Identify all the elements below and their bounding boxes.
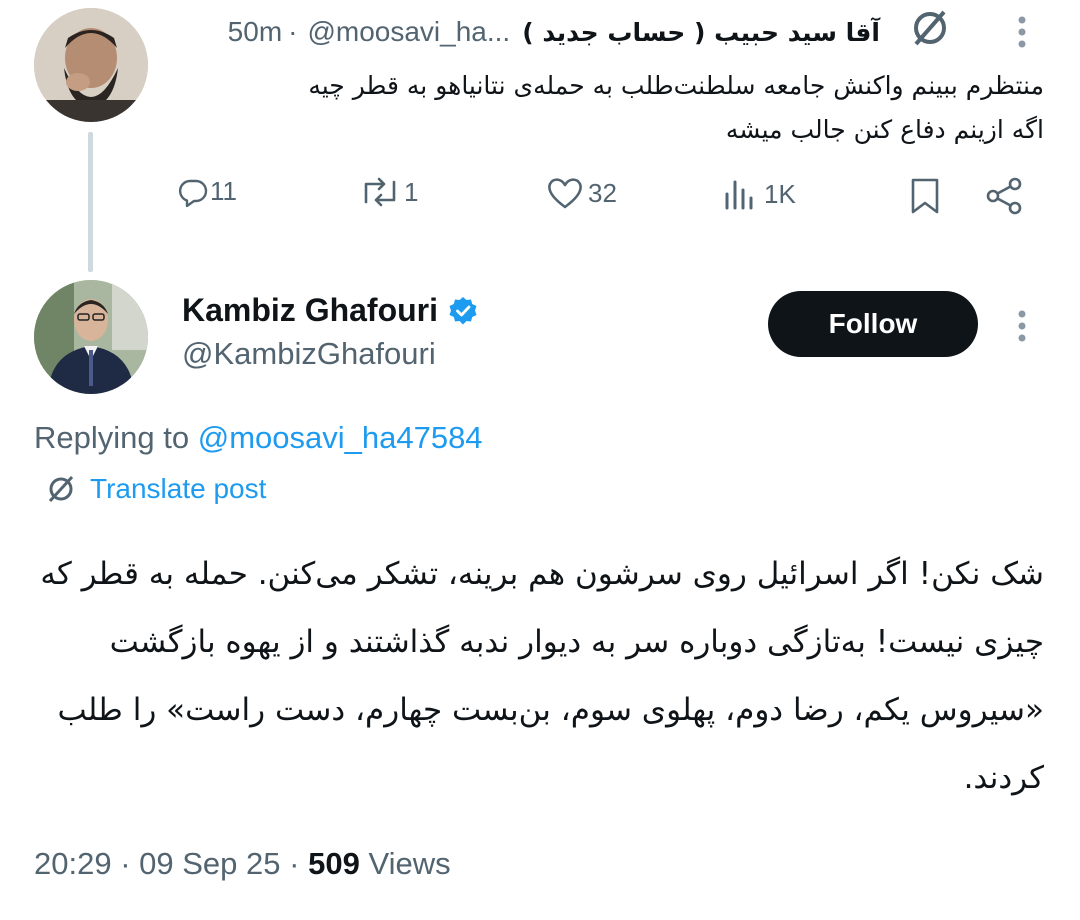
reply-count: 11: [210, 176, 237, 206]
reply-author-name[interactable]: آقا سید حبیب ( حساب جدید ): [522, 18, 880, 47]
like-action[interactable]: 32: [546, 176, 617, 210]
separator: ·: [120, 846, 131, 881]
reply-tweet-header: آقا سید حبیب ( حساب جدید ) @moosavi_ha..…: [228, 10, 880, 54]
views-icon: [725, 180, 753, 210]
post-time[interactable]: 20:29: [34, 846, 112, 881]
reply-time[interactable]: 50m: [228, 16, 282, 48]
repost-action[interactable]: 1: [358, 176, 418, 208]
like-count: 32: [588, 177, 617, 208]
reply-author-avatar[interactable]: [34, 8, 148, 122]
main-author-name[interactable]: Kambiz Ghafouri: [182, 292, 438, 329]
thread-connector-line: [88, 132, 93, 272]
reply-icon: [178, 179, 208, 207]
repost-count: 1: [404, 176, 419, 207]
translate-icon: [48, 475, 74, 503]
replying-to-line: Replying to @moosavi_ha47584: [34, 420, 483, 456]
bookmark-icon: [911, 178, 939, 214]
verified-icon: [449, 296, 477, 324]
more-icon[interactable]: [1000, 304, 1044, 348]
share-action[interactable]: [984, 176, 1024, 216]
main-author-name-row[interactable]: Kambiz Ghafouri: [182, 292, 478, 329]
reply-text-line-2: اگه ازینم دفاع کنن جالب میشه: [725, 115, 1044, 144]
main-author-handle[interactable]: @KambizGhafouri: [182, 336, 436, 372]
reply-tweet-text: منتظرم ببینم واکنش جامعه سلطنت‌طلب به حم…: [204, 64, 1044, 152]
share-icon: [986, 177, 1022, 215]
main-tweet-text: شک نکن! اگر اسرائیل روی سرشون هم برینه، …: [40, 556, 1044, 796]
post-date[interactable]: 09 Sep 25: [139, 846, 280, 881]
bookmark-action[interactable]: [908, 176, 942, 216]
views-count: 1K: [764, 178, 796, 209]
translate-post-link[interactable]: Translate post: [44, 472, 266, 506]
main-author-avatar[interactable]: [34, 280, 148, 394]
views-action[interactable]: 1K: [722, 176, 796, 212]
views-total: 509: [308, 846, 360, 881]
reply-action[interactable]: 11: [178, 176, 237, 207]
like-icon: [548, 178, 582, 209]
separator: ·: [289, 846, 300, 881]
timestamp-row: 20:29 · 09 Sep 25 · 509 Views: [34, 846, 451, 882]
views-label: Views: [368, 846, 451, 881]
reply-time-separator: ·: [288, 16, 298, 47]
reply-text-line-1: منتظرم ببینم واکنش جامعه سلطنت‌طلب به حم…: [308, 71, 1044, 100]
replying-to-handle[interactable]: @moosavi_ha47584: [198, 420, 483, 455]
more-icon[interactable]: [1000, 10, 1044, 54]
translate-icon[interactable]: [906, 4, 954, 52]
repost-icon: [364, 177, 396, 207]
replying-to-label: Replying to: [34, 420, 190, 455]
reply-author-handle[interactable]: @moosavi_ha...: [307, 16, 510, 48]
translate-post-label[interactable]: Translate post: [90, 473, 266, 505]
follow-button[interactable]: Follow: [768, 291, 978, 357]
